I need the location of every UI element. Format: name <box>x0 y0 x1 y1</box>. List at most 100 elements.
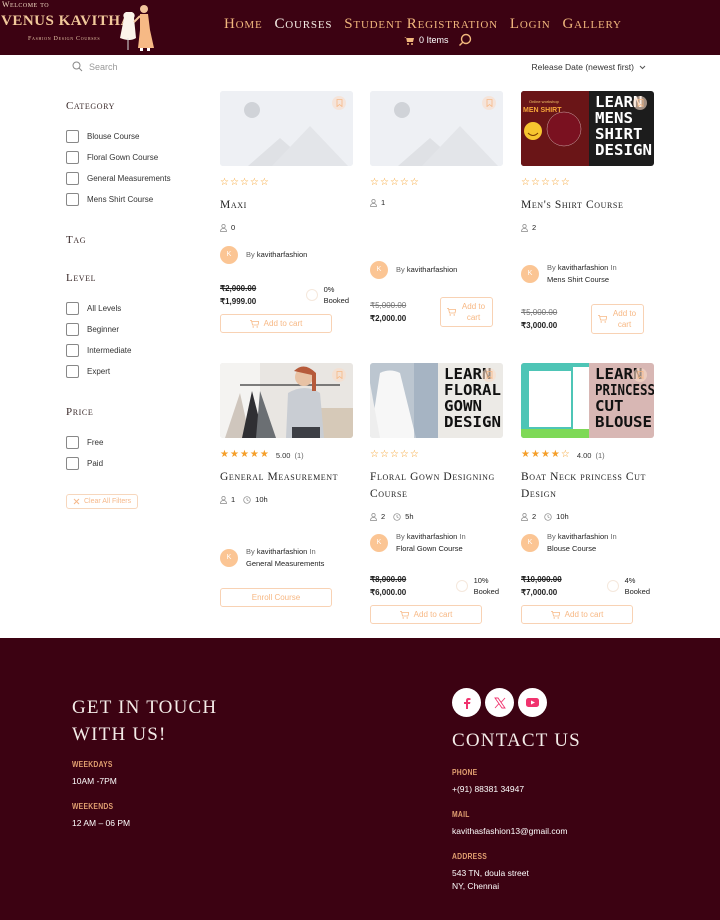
add-to-cart-button[interactable]: Add to cart <box>521 605 633 624</box>
mail-value[interactable]: kavithasfashion13@gmail.com <box>452 825 581 838</box>
wishlist-button[interactable] <box>482 96 496 110</box>
course-title[interactable]: Floral Gown Designing Course <box>370 469 503 503</box>
bookmark-icon <box>336 99 342 107</box>
course-card[interactable]: Online workshop MEN SHIRT LEARN MENS SHIRT DE… <box>521 91 654 334</box>
svg-text:BLOUSE: BLOUSE <box>595 413 652 431</box>
checkbox[interactable] <box>66 130 79 143</box>
nav-home[interactable]: Home <box>224 16 262 33</box>
nav-gallery[interactable]: Gallery <box>563 16 622 33</box>
phone-value[interactable]: +(91) 88381 34947 <box>452 783 581 796</box>
x-twitter-link[interactable] <box>485 688 514 717</box>
course-card[interactable]: LEARN PRINCESS CUT BLOUSE ★ ★ ★ ★ ☆ 4.00 (1) Boat N… <box>521 363 654 624</box>
sort-dropdown[interactable]: Release Date (newest first) <box>531 62 646 72</box>
star-outline-icon: ☆ <box>379 449 389 460</box>
checkbox[interactable] <box>66 193 79 206</box>
wishlist-button[interactable] <box>332 96 346 110</box>
course-meta: 1 <box>370 198 503 207</box>
youtube-link[interactable] <box>518 688 547 717</box>
author-name[interactable]: kavitharfashion <box>407 532 457 541</box>
search-icon[interactable] <box>458 33 472 47</box>
course-price: ₹10,000.00 ₹7,000.00 <box>521 573 562 599</box>
course-category[interactable]: Floral Gown Course <box>396 544 463 553</box>
nav-login[interactable]: Login <box>510 16 551 33</box>
wishlist-button[interactable] <box>633 96 647 110</box>
wishlist-button[interactable] <box>482 368 496 382</box>
checkbox[interactable] <box>66 457 79 470</box>
course-title[interactable]: Men's Shirt Course <box>521 197 654 214</box>
nav-student-registration[interactable]: Student Registration <box>344 16 498 33</box>
facebook-link[interactable] <box>452 688 481 717</box>
course-search[interactable]: Search <box>72 61 118 72</box>
filter-category-floral-gown[interactable]: Floral Gown Course <box>66 147 206 168</box>
wishlist-button[interactable] <box>332 368 346 382</box>
star-outline-icon: ☆ <box>521 177 530 188</box>
filter-sidebar: Category Blouse Course Floral Gown Cours… <box>66 100 206 510</box>
author-name[interactable]: kavitharfashion <box>558 263 608 272</box>
course-card[interactable]: ☆ ☆ ☆ ☆ ☆ Maxi 0 K By kavitharfashion ₹2,000.00 ₹1… <box>220 91 353 333</box>
nav-courses[interactable]: Courses <box>274 16 332 33</box>
author-name[interactable]: kavitharfashion <box>407 265 457 274</box>
filter-level-beginner[interactable]: Beginner <box>66 319 206 340</box>
filter-price-paid[interactable]: Paid <box>66 453 206 474</box>
course-category[interactable]: Mens Shirt Course <box>547 275 609 284</box>
logo-title[interactable]: VENUS KAVITHA <box>1 13 132 30</box>
course-image[interactable]: Online workshop MEN SHIRT LEARN MENS SHIRT DE… <box>521 91 654 166</box>
star-outline-icon: ☆ <box>550 177 560 188</box>
checkbox[interactable] <box>66 151 79 164</box>
filter-level-expert[interactable]: Expert <box>66 361 206 382</box>
checkbox[interactable] <box>66 365 79 378</box>
star-filled-icon: ★ <box>229 449 239 460</box>
checkbox[interactable] <box>66 302 79 315</box>
course-card[interactable]: ★ ★ ★ ★ ★ 5.00 (1) General Measurement 1 10h K By k… <box>220 363 353 607</box>
level-heading: Level <box>66 272 97 284</box>
svg-text:Online workshop: Online workshop <box>529 99 560 104</box>
search-input[interactable]: Search <box>89 62 118 72</box>
filter-category-mens-shirt[interactable]: Mens Shirt Course <box>66 189 206 210</box>
course-title[interactable]: Boat Neck princess Cut Design <box>521 469 654 503</box>
course-title[interactable]: General Measurement <box>220 469 353 486</box>
checkbox[interactable] <box>66 172 79 185</box>
author-name[interactable]: kavitharfashion <box>257 547 307 556</box>
checkbox[interactable] <box>66 323 79 336</box>
star-outline-icon: ☆ <box>560 449 570 460</box>
course-image[interactable]: LEARN PRINCESS CUT BLOUSE <box>521 363 654 438</box>
course-price: ₹5,000.00 ₹3,000.00 <box>521 306 557 332</box>
cart-link[interactable]: 0 Items <box>404 35 449 45</box>
original-price: ₹10,000.00 <box>521 575 562 584</box>
filter-level-all[interactable]: All Levels <box>66 298 206 319</box>
add-to-cart-button[interactable]: Add to cart <box>370 605 482 624</box>
filter-category-blouse[interactable]: Blouse Course <box>66 126 206 147</box>
course-title[interactable]: Maxi <box>220 197 353 214</box>
svg-text:MEN SHIRT: MEN SHIRT <box>523 107 562 114</box>
course-category[interactable]: General Measurements <box>246 559 324 568</box>
star-outline-icon: ☆ <box>370 177 379 188</box>
avatar: K <box>220 549 238 567</box>
course-category[interactable]: Blouse Course <box>547 544 596 553</box>
checkbox[interactable] <box>66 344 79 357</box>
checkbox[interactable] <box>66 436 79 449</box>
add-to-cart-button[interactable]: Add to cart <box>220 314 332 333</box>
course-card[interactable]: ☆ ☆ ☆ ☆ ☆ 1 K By kavitharfashion ₹5,000.00 ₹2,000… <box>370 91 503 327</box>
add-to-cart-button[interactable]: Add to cart <box>440 297 493 327</box>
enroll-course-button[interactable]: Enroll Course <box>220 588 332 607</box>
sale-price: ₹2,000.00 <box>370 314 407 323</box>
filter-level-intermediate[interactable]: Intermediate <box>66 340 206 361</box>
course-image[interactable] <box>220 91 353 166</box>
course-image[interactable] <box>220 363 353 438</box>
course-image[interactable]: LEARN FLORAL GOWN DESIGN <box>370 363 503 438</box>
review-count: (1) <box>595 450 605 460</box>
filter-price-free[interactable]: Free <box>66 432 206 453</box>
course-image[interactable] <box>370 91 503 166</box>
author-name[interactable]: kavitharfashion <box>558 532 608 541</box>
star-filled-icon: ★ <box>540 449 550 460</box>
course-card[interactable]: LEARN FLORAL GOWN DESIGN ☆ ☆ ☆ ☆ ☆ Floral Gown De… <box>370 363 503 624</box>
button-label: Add to cart <box>263 319 303 328</box>
course-author: K By kavitharfashion In Floral Gown Course <box>370 531 503 555</box>
wishlist-button[interactable] <box>633 368 647 382</box>
social-links <box>452 688 581 717</box>
clear-filters-button[interactable]: Clear All Filters <box>66 494 139 509</box>
star-outline-icon: ☆ <box>220 177 229 188</box>
author-name[interactable]: kavitharfashion <box>257 250 307 259</box>
add-to-cart-button[interactable]: Add to cart <box>591 304 644 334</box>
filter-category-general-measurements[interactable]: General Measurements <box>66 168 206 189</box>
